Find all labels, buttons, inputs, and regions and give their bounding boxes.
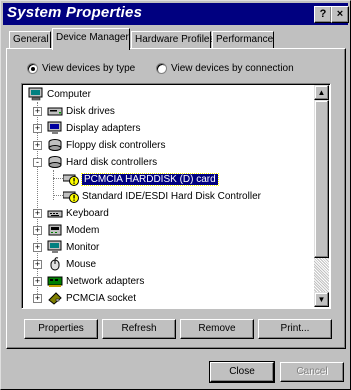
button-label: Print...	[280, 323, 310, 334]
properties-button[interactable]: Properties	[24, 319, 98, 339]
system-properties-window: System Properties ? × General Device Man…	[0, 0, 351, 390]
view-by-type-label: View devices by type	[42, 63, 136, 74]
tree-item-label: Modem	[66, 224, 100, 236]
button-label: Refresh	[121, 323, 157, 334]
tree-item-label: Computer	[47, 88, 91, 100]
tab-label: Hardware Profiles	[135, 34, 215, 45]
expand-toggle[interactable]: +	[33, 243, 42, 252]
expand-toggle[interactable]: +	[33, 226, 42, 235]
tree-vertical-scrollbar[interactable]: ▲ ▼	[314, 85, 329, 307]
tree-item-label: Monitor	[66, 241, 100, 253]
scroll-down-arrow-icon: ▼	[317, 295, 326, 304]
expand-toggle[interactable]: +	[33, 277, 42, 286]
tab-hardware-profiles[interactable]: Hardware Profiles	[131, 31, 215, 48]
close-window-button[interactable]: ×	[331, 6, 349, 23]
tree-item-label: Disk drives	[66, 105, 115, 117]
window-title: System Properties	[7, 4, 143, 21]
hard-disk-controller-icon	[48, 156, 62, 168]
tab-label: Performance	[216, 34, 274, 45]
scroll-thumb[interactable]	[314, 100, 329, 258]
expand-toggle[interactable]: +	[33, 107, 42, 116]
radio-by-connection[interactable]	[156, 63, 167, 74]
modem-icon	[48, 224, 62, 236]
close-button[interactable]: Close	[209, 361, 275, 383]
warning-device-icon	[63, 174, 79, 186]
tree-item-label: Floppy disk controllers	[66, 139, 166, 151]
remove-button[interactable]: Remove	[180, 319, 254, 339]
network-adapter-icon	[47, 276, 63, 287]
button-label: Properties	[38, 323, 84, 334]
scroll-up-button[interactable]: ▲	[314, 85, 329, 100]
tree-item-pcmcia-harddisk-card[interactable]: PCMCIA HARDDISK (D) card	[63, 171, 219, 187]
tree-item-label: Mouse	[66, 258, 97, 270]
tree-item-modem[interactable]: Modem	[47, 222, 99, 238]
keyboard-icon	[47, 210, 63, 218]
tree-item-standard-ide-controller[interactable]: Standard IDE/ESDI Hard Disk Controller	[63, 188, 261, 204]
refresh-button[interactable]: Refresh	[102, 319, 176, 339]
expand-toggle[interactable]: +	[33, 294, 42, 303]
tab-label: Device Manager	[56, 32, 129, 43]
tree-item-label: Display adapters	[66, 122, 141, 134]
tree-connector	[53, 178, 63, 179]
view-by-connection-option[interactable]: View devices by connection	[156, 63, 294, 74]
tree-item-label: Keyboard	[66, 207, 109, 219]
mouse-icon	[50, 257, 60, 271]
device-tree[interactable]: Computer + Disk drives + Display adapter…	[21, 83, 331, 309]
tree-item-label: PCMCIA socket	[66, 292, 137, 304]
expand-toggle[interactable]: +	[33, 124, 42, 133]
expand-toggle[interactable]: +	[33, 141, 42, 150]
monitor-icon	[47, 240, 62, 253]
tree-connector	[53, 195, 63, 196]
tree-item-label: Standard IDE/ESDI Hard Disk Controller	[82, 190, 261, 202]
tab-general[interactable]: General	[9, 31, 51, 48]
button-label: Remove	[198, 323, 236, 334]
pcmcia-socket-icon	[48, 292, 62, 305]
radio-by-type[interactable]	[27, 63, 38, 74]
warning-device-icon	[63, 191, 79, 203]
print-button[interactable]: Print...	[258, 319, 332, 339]
tree-item-label: Hard disk controllers	[66, 156, 158, 168]
floppy-controller-icon	[48, 139, 62, 151]
button-label: Cancel	[296, 366, 328, 377]
close-icon: ×	[336, 8, 344, 20]
title-bar[interactable]: System Properties ? ×	[3, 3, 349, 25]
disk-drive-icon	[47, 107, 63, 116]
tree-item-network-adapters[interactable]: Network adapters	[47, 273, 144, 289]
tree-item-pcmcia-socket[interactable]: PCMCIA socket	[47, 290, 136, 306]
tree-item-display-adapters[interactable]: Display adapters	[47, 120, 140, 136]
tree-item-label-selected: PCMCIA HARDDISK (D) card	[81, 172, 219, 186]
scroll-down-button[interactable]: ▼	[314, 292, 329, 307]
tree-item-hard-disk-controllers[interactable]: Hard disk controllers	[47, 154, 157, 170]
expand-toggle[interactable]: +	[33, 260, 42, 269]
computer-icon	[28, 87, 43, 101]
cancel-button[interactable]: Cancel	[280, 362, 344, 382]
help-button[interactable]: ?	[314, 6, 332, 23]
tab-device-manager[interactable]: Device Manager	[52, 28, 130, 50]
tree-item-mouse[interactable]: Mouse	[47, 256, 96, 272]
tree-item-keyboard[interactable]: Keyboard	[47, 205, 109, 221]
tree-item-monitor[interactable]: Monitor	[47, 239, 99, 255]
scroll-up-arrow-icon: ▲	[317, 88, 326, 97]
tab-label: General	[13, 34, 49, 45]
collapse-toggle[interactable]: -	[33, 158, 42, 167]
tree-item-label: Network adapters	[66, 275, 145, 287]
tree-root[interactable]: Computer	[28, 86, 91, 102]
view-by-type-option[interactable]: View devices by type	[27, 63, 135, 74]
button-label: Close	[229, 366, 255, 377]
expand-toggle[interactable]: +	[33, 209, 42, 218]
view-by-connection-label: View devices by connection	[171, 63, 294, 74]
tab-performance[interactable]: Performance	[212, 31, 274, 48]
help-icon: ?	[319, 8, 327, 20]
tree-item-floppy-disk-controllers[interactable]: Floppy disk controllers	[47, 137, 165, 153]
tree-item-disk-drives[interactable]: Disk drives	[47, 103, 115, 119]
display-adapter-icon	[47, 121, 62, 134]
